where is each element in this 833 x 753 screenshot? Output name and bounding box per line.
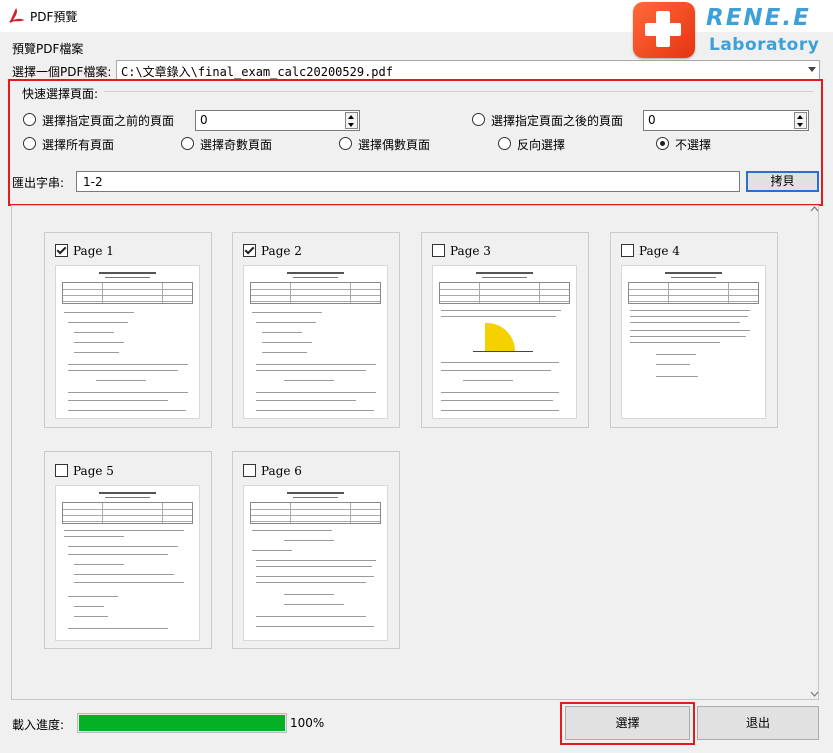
copy-button[interactable]: 拷貝 xyxy=(746,171,819,192)
page-thumbnail xyxy=(432,265,577,419)
window-title: PDF預覽 xyxy=(30,10,78,24)
page-label: Page 1 xyxy=(73,244,114,258)
scroll-up-icon[interactable] xyxy=(810,205,819,213)
progress-percent: 100% xyxy=(290,716,325,730)
logo-subtitle: Laboratory xyxy=(709,35,820,55)
page-checkbox[interactable] xyxy=(432,244,445,257)
spinner-arrows-icon[interactable] xyxy=(345,112,358,129)
loading-progress-bar xyxy=(77,713,287,733)
radio-no-selection[interactable] xyxy=(656,137,669,150)
radio-all-pages[interactable] xyxy=(23,137,36,150)
radio-after-page[interactable] xyxy=(472,113,485,126)
export-string-label: 匯出字串: xyxy=(12,176,65,190)
page-label: Page 4 xyxy=(639,244,680,258)
progress-label: 載入進度: xyxy=(12,718,65,732)
even-pages-label: 選擇偶數頁面 xyxy=(358,138,431,152)
invert-selection-label: 反向選擇 xyxy=(517,138,566,152)
page-card[interactable]: Page 3 xyxy=(421,232,589,428)
before-page-spinner[interactable]: 0 xyxy=(195,110,360,131)
page-checkbox[interactable] xyxy=(621,244,634,257)
page-thumbnail xyxy=(243,485,388,641)
scroll-down-icon[interactable] xyxy=(810,690,819,698)
before-page-label: 選擇指定頁面之前的頁面 xyxy=(42,114,175,128)
page-card[interactable]: Page 1 xyxy=(44,232,212,428)
page-thumbnail xyxy=(621,265,766,419)
after-page-label: 選擇指定頁面之後的頁面 xyxy=(491,114,624,128)
page-thumbnail xyxy=(55,485,200,641)
page-card[interactable]: Page 5 xyxy=(44,451,212,649)
radio-before-page[interactable] xyxy=(23,113,36,126)
radio-invert-selection[interactable] xyxy=(498,137,511,150)
select-file-label: 選擇一個PDF檔案: xyxy=(12,65,112,79)
page-checkbox[interactable] xyxy=(243,244,256,257)
page-card[interactable]: Page 2 xyxy=(232,232,400,428)
spinner-arrows-icon[interactable] xyxy=(794,112,807,129)
page-label: Page 2 xyxy=(261,244,302,258)
export-string-input[interactable]: 1-2 xyxy=(76,171,740,192)
logo-title: RENE.E xyxy=(706,5,811,31)
page-label: Page 5 xyxy=(73,464,114,478)
page-card[interactable]: Page 4 xyxy=(610,232,778,428)
exit-button[interactable]: 退出 xyxy=(697,706,819,740)
page-label: Page 3 xyxy=(450,244,491,258)
page-checkbox[interactable] xyxy=(55,244,68,257)
radio-even-pages[interactable] xyxy=(339,137,352,150)
page-card[interactable]: Page 6 xyxy=(232,451,400,649)
page-label: Page 6 xyxy=(261,464,302,478)
chevron-down-icon[interactable] xyxy=(808,67,816,72)
odd-pages-label: 選擇奇數頁面 xyxy=(200,138,273,152)
after-page-spinner[interactable]: 0 xyxy=(643,110,809,131)
group-divider xyxy=(104,91,814,92)
file-path-value: C:\文章錄入\final_exam_calc20200529.pdf xyxy=(121,65,393,79)
page-thumbnail xyxy=(243,265,388,419)
pdf-app-icon xyxy=(9,8,24,23)
select-button[interactable]: 選擇 xyxy=(565,706,690,740)
page-checkbox[interactable] xyxy=(243,464,256,477)
quick-select-title: 快速選擇頁面: xyxy=(22,87,99,101)
file-path-combobox[interactable]: C:\文章錄入\final_exam_calc20200529.pdf xyxy=(116,60,820,80)
all-pages-label: 選擇所有頁面 xyxy=(42,138,115,152)
progress-fill xyxy=(79,715,285,731)
radio-odd-pages[interactable] xyxy=(181,137,194,150)
page-checkbox[interactable] xyxy=(55,464,68,477)
no-selection-label: 不選擇 xyxy=(675,138,712,152)
page-thumbnail xyxy=(55,265,200,419)
preview-label: 預覽PDF檔案 xyxy=(12,42,84,56)
